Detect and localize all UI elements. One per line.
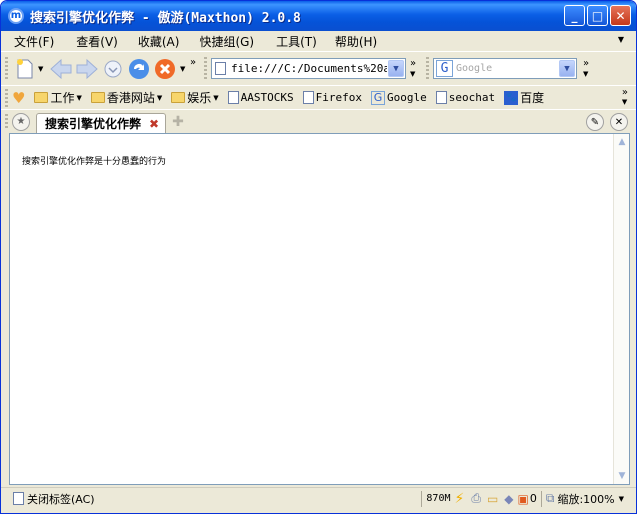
new-tab-button[interactable] <box>12 56 38 82</box>
toolbar-more-chevron-icon[interactable]: » <box>190 57 200 68</box>
favorite-item[interactable]: 娱乐 ▼ <box>171 89 219 106</box>
refresh-button[interactable] <box>126 56 152 82</box>
menu-file[interactable]: 文件(F) <box>1 33 62 50</box>
menu-help[interactable]: 帮助(H) <box>327 33 385 50</box>
search-input[interactable]: Google <box>456 63 556 74</box>
search-box[interactable]: G Google ▼ <box>433 58 577 79</box>
status-divider <box>421 490 423 507</box>
status-divider <box>540 490 542 507</box>
clipboard-icon[interactable]: ▭ <box>487 492 498 506</box>
navigation-toolbar: ▼ ▼ » file:///C:/Documents%20and ▼ » ▼ G … <box>1 51 636 85</box>
toolbar-grip[interactable] <box>204 56 207 81</box>
google-icon: G <box>371 90 386 105</box>
tools-wrench-icon[interactable]: ✎ <box>586 113 604 131</box>
history-circle-icon <box>104 60 122 77</box>
maximize-button[interactable]: □ <box>587 5 608 26</box>
layers-icon[interactable]: ◆ <box>504 492 513 506</box>
zoom-icon: ⧉ <box>545 491 555 505</box>
favorite-item[interactable]: 香港网站 ▼ <box>90 89 162 106</box>
tabbar-grip[interactable] <box>5 113 8 130</box>
toolbar-grip[interactable] <box>5 56 8 81</box>
back-arrow-icon <box>50 58 72 79</box>
history-button[interactable] <box>100 56 126 82</box>
back-button[interactable] <box>48 56 74 82</box>
page-icon <box>215 62 226 75</box>
close-all-tabs-icon[interactable]: ✕ <box>610 113 628 131</box>
proxy-icon[interactable]: ⎙ <box>471 491 481 506</box>
favorites-grip[interactable] <box>5 88 8 107</box>
tab-active[interactable]: 搜索引擎优化作弊 ✖ <box>36 112 167 134</box>
new-tab-dropdown-icon[interactable]: ▼ <box>38 65 48 73</box>
search-dropdown-button[interactable]: ▼ <box>559 60 575 77</box>
favorite-item[interactable]: G Google <box>371 90 427 105</box>
favorites-bar: ♥ 工作 ▼ 香港网站 ▼ 娱乐 ▼ AASTOCKS Firefox G Google… <box>1 85 636 109</box>
folder-icon <box>171 92 186 103</box>
lightning-icon[interactable]: ⚡ <box>455 491 465 507</box>
page-icon <box>435 91 447 104</box>
close-tab-status[interactable]: 关闭标签(AC) <box>27 491 95 507</box>
tab-label: 搜索引擎优化作弊 <box>45 117 142 131</box>
menu-favorites[interactable]: 收藏(A) <box>130 33 188 50</box>
address-more-chevron-icon[interactable]: » ▼ <box>410 58 422 79</box>
toolbar-dropdown-icon[interactable]: ▼ <box>180 65 190 73</box>
folder-icon <box>90 92 105 103</box>
new-page-icon <box>17 58 33 78</box>
zoom-dropdown-icon[interactable]: ▼ <box>619 495 624 503</box>
status-bar: 关闭标签(AC) 870M ⚡ ⎙ ▭ ◆ ▣ 0 ⧉ 缩放:100% ▼ <box>1 487 636 509</box>
page-icon <box>13 492 24 505</box>
baidu-paw-icon: 🐾 <box>504 90 519 105</box>
favorite-item[interactable]: AASTOCKS <box>227 91 294 104</box>
menu-tools[interactable]: 工具(T) <box>268 33 325 50</box>
new-tab-plus-icon[interactable]: ✚ <box>172 114 184 130</box>
folder-icon <box>34 92 49 103</box>
scroll-down-icon[interactable]: ▼ <box>614 468 630 484</box>
zoom-level[interactable]: 缩放:100% <box>557 491 614 507</box>
refresh-icon <box>129 58 149 79</box>
favorite-item[interactable]: 工作 ▼ <box>34 89 82 106</box>
stop-button[interactable] <box>152 56 178 82</box>
chevron-down-icon[interactable]: ▼ <box>618 35 624 44</box>
page-body-text: 搜索引擎优化作弊是十分愚蠢的行为 <box>22 157 167 167</box>
toolbar-grip[interactable] <box>426 56 429 81</box>
memory-usage[interactable]: 870M <box>426 493 450 504</box>
favorite-item[interactable]: 🐾 百度 <box>504 89 544 106</box>
window-title: 搜索引擎优化作弊 - 傲游(Maxthon) 2.0.8 <box>30 10 301 26</box>
favorite-item[interactable]: seochat <box>435 91 495 104</box>
popup-count: 0 <box>529 492 537 505</box>
favorite-item[interactable]: Firefox <box>302 91 362 104</box>
favorites-heart-button[interactable]: ♥ <box>12 89 25 107</box>
scroll-up-icon[interactable]: ▲ <box>614 134 630 150</box>
minimize-button[interactable]: _ <box>564 5 585 26</box>
favorites-more-chevron-icon[interactable]: » ▼ <box>622 88 628 107</box>
window-controls: _ □ ✕ <box>564 5 631 26</box>
title-bar[interactable]: m 搜索引擎优化作弊 - 傲游(Maxthon) 2.0.8 _ □ ✕ <box>1 1 636 31</box>
menu-view[interactable]: 查看(V) <box>68 33 126 50</box>
address-bar[interactable]: file:///C:/Documents%20and ▼ <box>211 58 406 79</box>
maxthon-logo-icon: m <box>8 8 24 24</box>
address-input[interactable]: file:///C:/Documents%20and <box>231 62 387 75</box>
close-window-button[interactable]: ✕ <box>610 5 631 26</box>
forward-arrow-icon <box>76 58 98 79</box>
popup-blocker-icon[interactable]: ▣ <box>518 492 529 506</box>
search-more-chevron-icon[interactable]: » ▼ <box>583 58 595 79</box>
tab-bar: ★ 搜索引擎优化作弊 ✖ ✚ ✎ ✕ <box>1 109 636 134</box>
browser-window: m 搜索引擎优化作弊 - 傲游(Maxthon) 2.0.8 _ □ ✕ 文件(… <box>0 0 637 514</box>
page-icon <box>302 91 314 104</box>
google-icon[interactable]: G <box>436 60 453 77</box>
page-content[interactable]: 搜索引擎优化作弊是十分愚蠢的行为 ▲ ▼ <box>9 133 630 485</box>
tab-close-icon[interactable]: ✖ <box>149 117 159 131</box>
address-dropdown-button[interactable]: ▼ <box>388 60 404 77</box>
star-icon[interactable]: ★ <box>12 112 30 131</box>
stop-x-icon <box>155 58 175 79</box>
menu-groups[interactable]: 快捷组(G) <box>191 33 262 50</box>
forward-button[interactable] <box>74 56 100 82</box>
menu-bar: 文件(F) 查看(V) 收藏(A) 快捷组(G) 工具(T) 帮助(H) ▼ <box>1 31 636 51</box>
page-icon <box>227 91 239 104</box>
heart-icon: ♥ <box>12 88 26 107</box>
vertical-scrollbar[interactable]: ▲ ▼ <box>613 134 629 484</box>
